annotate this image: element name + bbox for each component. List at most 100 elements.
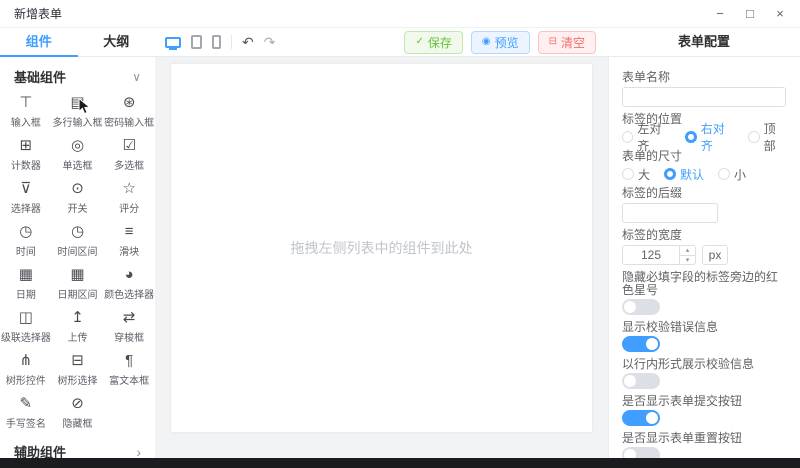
component-item-cascader[interactable]: ◫ 级联选择器: [0, 305, 52, 348]
basic-components-section[interactable]: 基础组件 ∨: [0, 57, 155, 90]
textarea-icon: ▤: [70, 94, 85, 111]
component-label: 单选框: [62, 161, 93, 172]
trash-icon: ⊟: [548, 36, 557, 47]
tablet-icon[interactable]: [191, 35, 202, 49]
component-label: 开关: [67, 204, 88, 215]
tab-components[interactable]: 组件: [0, 28, 78, 57]
label-width-input[interactable]: 125 ▴ ▾: [622, 245, 696, 265]
close-button[interactable]: ×: [774, 7, 786, 20]
component-item-color-picker[interactable]: ◕ 颜色选择器: [103, 262, 155, 305]
transfer-icon: ⇄: [122, 309, 136, 326]
switch-icon: ⊙: [71, 180, 84, 197]
tab-bar: 组件 大纲: [0, 28, 156, 57]
show-reset-button-toggle[interactable]: [622, 447, 660, 458]
toggle-knob: [646, 412, 658, 424]
component-item-rich-text[interactable]: ¶ 富文本框: [103, 348, 155, 391]
inline-validation-message-label: 以行内形式展示校验信息: [622, 357, 755, 371]
radio-option-label: 小: [734, 167, 747, 182]
toggle-knob: [624, 301, 636, 313]
component-label: 隐藏框: [62, 419, 93, 430]
label-position-option[interactable]: 右对齐: [685, 120, 734, 154]
preview-button[interactable]: ◉ 预览: [470, 30, 530, 54]
hide-required-asterisk-toggle[interactable]: [622, 299, 660, 315]
component-item-signature[interactable]: ✎ 手写签名: [0, 391, 52, 434]
mobile-icon[interactable]: [212, 35, 221, 49]
show-validation-error-label: 显示校验错误信息: [622, 320, 719, 334]
tab-outline[interactable]: 大纲: [78, 28, 156, 56]
label-position-option[interactable]: 顶部: [748, 120, 786, 154]
cascader-icon: ◫: [18, 309, 33, 326]
component-label: 多行输入框: [52, 118, 103, 129]
canvas-region: 拖拽左侧列表中的组件到此处: [155, 57, 608, 458]
minimize-button[interactable]: −: [714, 7, 726, 20]
main-body: 基础组件 ∨ ⊤ 输入框 ▤ 多行输入框 ⊛ 密码输入框 ⊞ 计数器 ◎ 单选框 ☑ 多选框 ⊽ 选择器 ⊙…: [0, 57, 800, 458]
component-label: 计数器: [10, 161, 41, 172]
stepper-up-icon[interactable]: ▴: [680, 246, 695, 256]
component-item-select[interactable]: ⊽ 选择器: [0, 176, 52, 219]
password-icon: ⊛: [122, 94, 136, 111]
component-label: 穿梭框: [114, 333, 145, 344]
radio-icon: ◎: [70, 137, 85, 154]
rate-icon: ☆: [122, 180, 136, 197]
stepper-down-icon[interactable]: ▾: [680, 256, 695, 265]
form-config-panel: 表单名称 标签的位置 左对齐 右对齐 顶部 表单的尺寸大默认小标签的后缀 标签的宽度 125 ▴…: [608, 57, 800, 458]
clear-button[interactable]: ⊟ 清空: [537, 30, 596, 54]
radio-option-label: 顶部: [763, 122, 776, 153]
form-name-input[interactable]: [622, 87, 786, 107]
redo-icon[interactable]: ↷: [264, 35, 276, 49]
component-label: 评分: [119, 204, 140, 215]
show-submit-button-toggle[interactable]: [622, 410, 660, 426]
form-size-option[interactable]: 大: [622, 166, 650, 183]
clear-button-label: 清空: [560, 35, 585, 50]
form-size-option[interactable]: 默认: [664, 166, 704, 183]
component-item-time[interactable]: ◷ 时间: [0, 219, 52, 262]
form-name-label: 表单名称: [622, 70, 671, 84]
component-item-slider[interactable]: ≡ 滑块: [103, 219, 155, 262]
component-item-switch[interactable]: ⊙ 开关: [52, 176, 104, 219]
desktop-icon[interactable]: [165, 36, 181, 48]
checkbox-icon: ☑: [122, 137, 136, 154]
save-button[interactable]: ✓ 保存: [404, 30, 463, 54]
undo-icon[interactable]: ↶: [242, 35, 254, 49]
component-item-checkbox[interactable]: ☑ 多选框: [103, 133, 155, 176]
component-item-transfer[interactable]: ⇄ 穿梭框: [103, 305, 155, 348]
component-item-tree[interactable]: ⋔ 树形控件: [0, 348, 52, 391]
component-item-counter[interactable]: ⊞ 计数器: [0, 133, 52, 176]
date-icon: ▦: [18, 266, 33, 283]
signature-icon: ✎: [19, 395, 33, 412]
toolbar: 组件 大纲 ↶ ↷ ✓ 保存 ◉ 预览 ⊟ 清空 表单配置: [0, 28, 800, 57]
component-label: 选择器: [10, 204, 41, 215]
component-label: 手写签名: [5, 419, 46, 430]
component-item-textarea[interactable]: ▤ 多行输入框: [52, 90, 104, 133]
component-item-rate[interactable]: ☆ 评分: [103, 176, 155, 219]
component-item-upload[interactable]: ↥ 上传: [52, 305, 104, 348]
component-label: 树形选择: [57, 376, 98, 387]
form-size-option[interactable]: 小: [718, 166, 746, 183]
component-item-date-range[interactable]: ▦ 日期区间: [52, 262, 104, 305]
rich-text-icon: ¶: [125, 352, 134, 369]
check-circle-icon: ✓: [415, 36, 424, 47]
show-validation-error-toggle[interactable]: [622, 336, 660, 352]
label-width-label: 标签的宽度: [622, 228, 683, 242]
component-item-password[interactable]: ⊛ 密码输入框: [103, 90, 155, 133]
maximize-button[interactable]: □: [744, 7, 756, 20]
component-item-hidden[interactable]: ⊘ 隐藏框: [52, 391, 104, 434]
component-item-input[interactable]: ⊤ 输入框: [0, 90, 52, 133]
label-suffix-input[interactable]: [622, 203, 718, 223]
form-canvas-dropzone[interactable]: 拖拽左侧列表中的组件到此处: [170, 63, 593, 433]
input-icon: ⊤: [19, 94, 33, 111]
component-label: 富文本框: [109, 376, 150, 387]
chevron-down-icon: ∨: [132, 69, 141, 84]
time-range-icon: ◷: [70, 223, 85, 240]
inline-validation-message-toggle[interactable]: [622, 373, 660, 389]
component-item-tree-select[interactable]: ⊟ 树形选择: [52, 348, 104, 391]
component-label: 日期: [15, 290, 36, 301]
component-item-time-range[interactable]: ◷ 时间区间: [52, 219, 104, 262]
radio-circle-icon: [748, 131, 760, 143]
aux-components-section[interactable]: 辅助组件 ›: [0, 434, 155, 459]
toggle-knob: [624, 449, 636, 458]
component-label: 颜色选择器: [104, 290, 155, 301]
component-item-date[interactable]: ▦ 日期: [0, 262, 52, 305]
label-width-unit: px: [702, 245, 728, 265]
component-item-radio[interactable]: ◎ 单选框: [52, 133, 104, 176]
